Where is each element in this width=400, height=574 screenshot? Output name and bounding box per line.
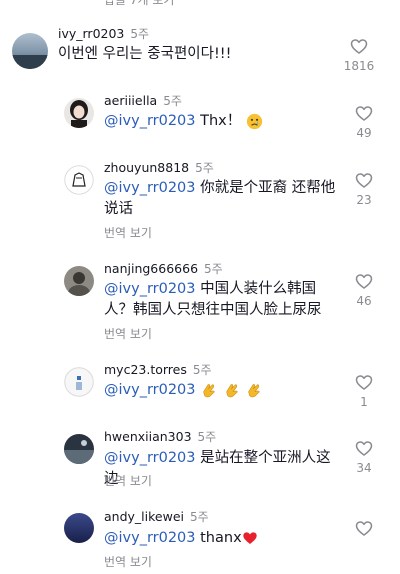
comment-username[interactable]: myc23.torres (104, 362, 187, 377)
comment-username[interactable]: nanjing666666 (104, 261, 198, 276)
clapping-hands-emoji (203, 384, 215, 398)
heart-outline-icon (355, 274, 373, 289)
heart-outline-icon (350, 39, 368, 54)
see-translation-link[interactable]: 번역 보기 (104, 553, 152, 570)
comment-time: 5주 (163, 94, 182, 108)
see-translation-link[interactable]: 번역 보기 (104, 472, 152, 489)
comment-time: 5주 (197, 430, 217, 444)
comment-username[interactable]: aeriiiella (104, 93, 157, 108)
avatar[interactable] (64, 266, 94, 296)
like-count: 1816 (343, 59, 375, 73)
clapping-hands-emoji (248, 384, 261, 398)
heart-outline-icon (355, 375, 373, 390)
comment-time: 5주 (189, 510, 209, 524)
like-count: 34 (356, 461, 372, 475)
avatar[interactable] (64, 367, 94, 397)
mention-link[interactable]: @ivy_rr0203 (104, 382, 196, 398)
mention-link[interactable]: @ivy_rr0203 (104, 530, 196, 546)
mention-link[interactable]: @ivy_rr0203 (104, 281, 196, 297)
comment-time: 5주 (204, 262, 223, 276)
view-replies-link[interactable]: 답글 7개 보기 (104, 0, 174, 8)
like-count: 23 (356, 193, 372, 207)
comment-text: thanx (200, 530, 242, 546)
like-button[interactable]: 46 (344, 271, 384, 308)
like-button[interactable]: 23 (344, 170, 384, 207)
like-button[interactable]: 1 (344, 372, 384, 409)
see-translation-link[interactable]: 번역 보기 (104, 224, 152, 241)
clapping-hands-emoji (226, 384, 238, 398)
comment-username[interactable]: hwenxiian303 (104, 429, 192, 444)
comment-username[interactable]: zhouyun8818 (104, 160, 189, 175)
sad-face-emoji (246, 113, 263, 129)
like-button[interactable]: 49 (344, 103, 384, 140)
like-button[interactable]: 34 (344, 438, 384, 475)
comment-time: 5주 (130, 27, 150, 41)
avatar[interactable] (64, 165, 94, 195)
comment-username[interactable]: ivy_rr0203 (58, 26, 124, 41)
avatar[interactable] (64, 434, 94, 464)
mention-link[interactable]: @ivy_rr0203 (104, 113, 196, 129)
heart-outline-icon (355, 106, 373, 121)
red-heart-emoji (243, 532, 257, 544)
avatar[interactable] (12, 33, 48, 69)
comment-text: 이번엔 우리는 중국편이다!!! (58, 46, 232, 62)
heart-outline-icon (355, 521, 373, 536)
comment-text: Thx！ (200, 113, 242, 129)
heart-outline-icon (355, 173, 373, 188)
see-translation-link[interactable]: 번역 보기 (104, 325, 152, 342)
comment-time: 5주 (192, 363, 212, 377)
comment-time: 5주 (195, 161, 214, 175)
like-button[interactable]: 1816 (339, 36, 379, 73)
like-count: 46 (356, 294, 372, 308)
heart-outline-icon (355, 441, 373, 456)
avatar[interactable] (64, 513, 94, 543)
like-count: 1 (360, 395, 368, 409)
avatar[interactable] (64, 98, 94, 128)
comment-username[interactable]: andy_likewei (104, 509, 184, 524)
mention-link[interactable]: @ivy_rr0203 (104, 180, 196, 196)
like-count: 49 (356, 126, 372, 140)
mention-link[interactable]: @ivy_rr0203 (104, 450, 196, 466)
like-button[interactable] (344, 518, 384, 541)
